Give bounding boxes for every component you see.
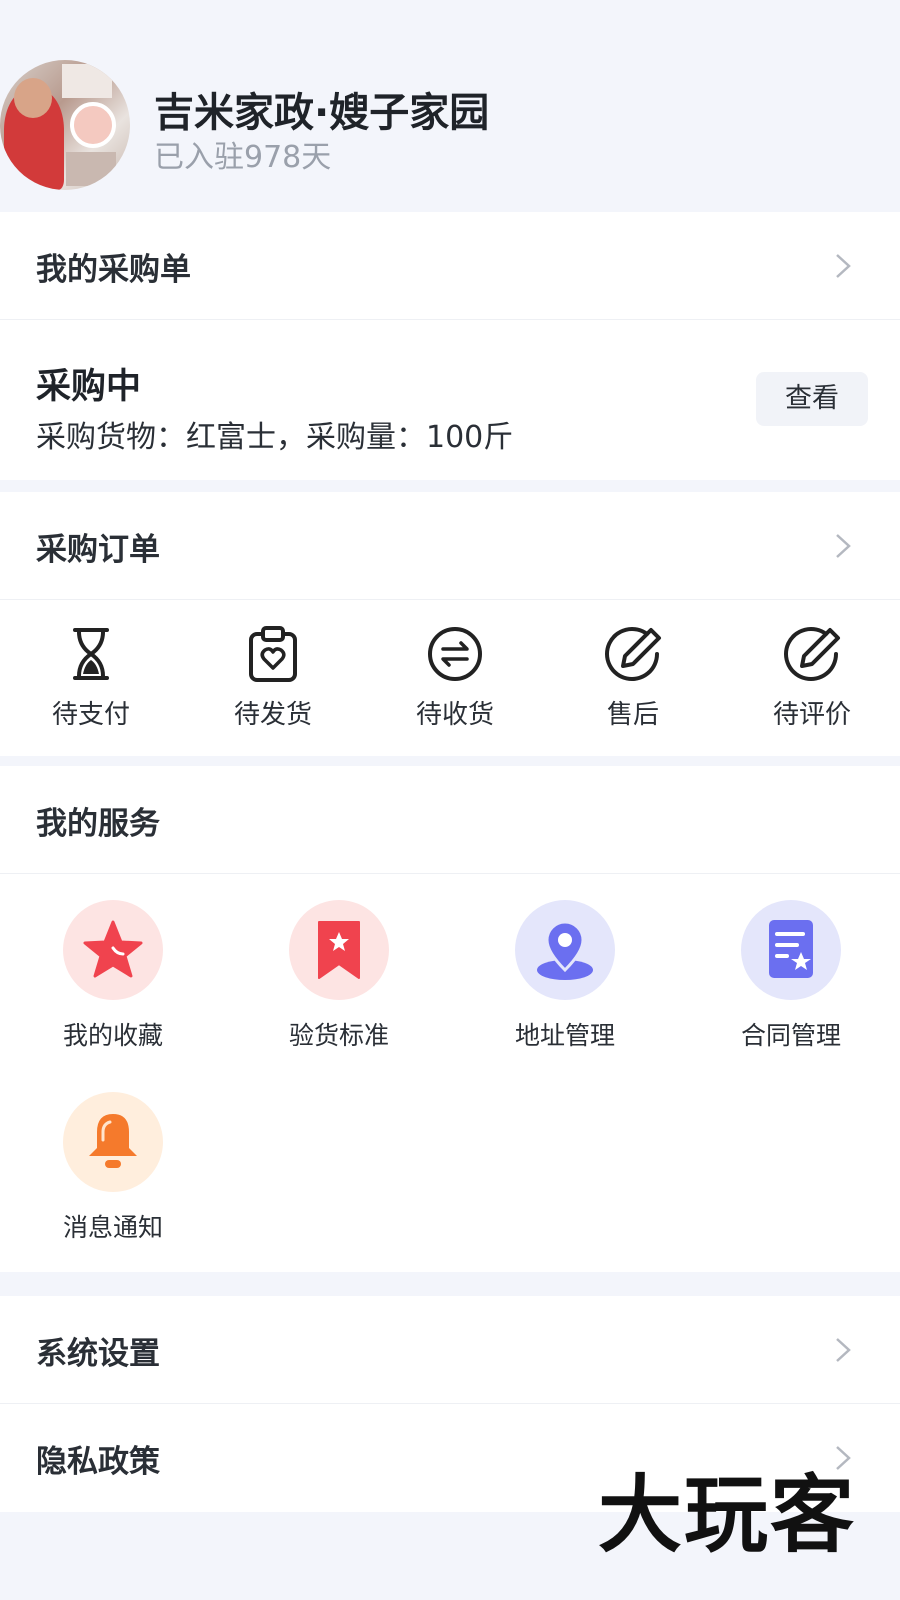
privacy-title: 隐私政策 [36,1444,160,1480]
service-label: 验货标准 [288,1021,389,1050]
service-icon-bg [63,1092,163,1192]
order-pending-shipment[interactable]: 待发货 [203,624,343,744]
service-icon-bg [63,900,163,1000]
settings-title: 系统设置 [36,1336,160,1372]
services-card: 我的服务 我的收藏 验货标准 地址管理 合同管理 消息通知 [0,766,900,1272]
service-contract-management[interactable]: 合同管理 [706,900,876,1060]
order-label: 待发货 [233,700,312,730]
chevron-right-icon [836,1338,851,1362]
service-label: 消息通知 [62,1213,163,1242]
edit-pencil-icon [784,627,840,681]
bookmark-star-icon [318,921,360,979]
service-inspection-standard[interactable]: 验货标准 [254,900,424,1060]
view-button[interactable]: 查看 [756,372,868,426]
service-address-management[interactable]: 地址管理 [480,900,650,1060]
order-label: 待支付 [51,700,130,730]
purchase-status-description: 采购货物：红富士，采购量：100斤 [36,420,514,455]
chevron-right-icon [836,534,851,558]
service-label: 地址管理 [514,1021,615,1050]
edit-pencil-icon [605,627,661,681]
order-label: 售后 [606,700,659,730]
services-grid: 我的收藏 验货标准 地址管理 合同管理 消息通知 [0,874,900,1272]
order-after-sales[interactable]: 售后 [563,624,703,744]
clipboard-heart-icon [249,626,297,682]
location-pin-icon [537,920,593,980]
order-status-grid: 待支付 待发货 待收货 售后 待评价 [0,600,900,756]
purchase-list-row[interactable]: 我的采购单 [0,212,900,320]
service-icon-bg [741,900,841,1000]
service-favorites[interactable]: 我的收藏 [28,900,198,1060]
exchange-arrows-icon [428,627,482,681]
orders-title: 采购订单 [36,532,160,568]
service-notifications[interactable]: 消息通知 [28,1092,198,1252]
settings-row[interactable]: 系统设置 [0,1296,900,1404]
order-label: 待评价 [772,700,851,730]
services-header: 我的服务 [0,766,900,874]
bell-icon [89,1114,137,1168]
service-icon-bg [289,900,389,1000]
profile-name: 吉米家政·嫂子家园 [154,90,490,136]
purchase-status-title: 采购中 [36,367,142,407]
purchase-status: 采购中 采购货物：红富士，采购量：100斤 查看 [0,320,900,480]
order-pending-receipt[interactable]: 待收货 [385,624,525,744]
purchase-list-title: 我的采购单 [36,252,191,288]
avatar[interactable] [0,60,130,190]
top-bar [0,0,900,36]
order-pending-review[interactable]: 待评价 [742,624,882,744]
chevron-right-icon [836,254,851,278]
hourglass-icon [73,628,109,680]
star-icon [83,920,143,978]
profile-header: 吉米家政·嫂子家园 已入驻978天 [0,36,900,212]
service-label: 我的收藏 [62,1021,163,1050]
orders-card: 采购订单 待支付 待发货 待收货 售后 待评价 [0,492,900,756]
orders-row[interactable]: 采购订单 [0,492,900,600]
watermark: 大玩客 [598,1466,857,1564]
order-pending-payment[interactable]: 待支付 [21,624,161,744]
profile-days-joined: 已入驻978天 [154,140,332,175]
service-label: 合同管理 [740,1021,841,1050]
purchase-card: 我的采购单 采购中 采购货物：红富士，采购量：100斤 查看 [0,212,900,480]
services-title: 我的服务 [36,806,160,842]
order-label: 待收货 [415,700,494,730]
contract-star-icon [769,920,813,978]
service-icon-bg [515,900,615,1000]
